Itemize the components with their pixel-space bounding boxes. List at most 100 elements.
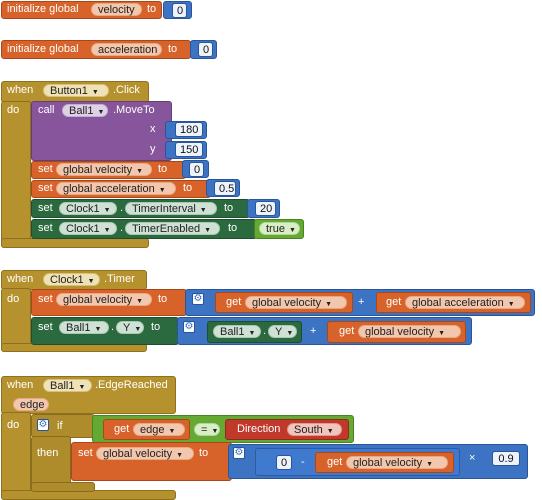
- chevron-down-icon: ▼: [97, 109, 105, 116]
- then-label: then: [37, 447, 59, 459]
- gear-icon[interactable]: ⚙: [183, 321, 195, 333]
- multiply-factor[interactable]: 0.9: [492, 451, 520, 466]
- set-timerinterval-value[interactable]: 20: [255, 201, 276, 216]
- chevron-down-icon: ▼: [158, 187, 166, 194]
- set-acceleration-var[interactable]: global acceleration ▼: [56, 182, 176, 195]
- set-velocity-to: to: [158, 163, 168, 175]
- init-acceleration-name[interactable]: acceleration: [91, 43, 162, 56]
- set-velocity-var[interactable]: global velocity ▼: [56, 163, 152, 176]
- compare-operator[interactable]: = ▼: [194, 423, 220, 436]
- set-timerinterval-component[interactable]: Clock1 ▼: [59, 202, 117, 215]
- chevron-down-icon: ▼: [326, 428, 334, 435]
- chevron-down-icon: ▼: [136, 168, 144, 175]
- subtract-zero[interactable]: 0: [276, 455, 292, 470]
- true-value[interactable]: true ▼: [259, 222, 300, 235]
- ball1-moveto-component[interactable]: Ball1 ▼: [62, 104, 108, 117]
- timer-set-velocity-to: to: [158, 293, 168, 305]
- init-acceleration-label: initialize global: [7, 43, 79, 55]
- timer-get-velocity-get: get: [226, 296, 242, 308]
- chevron-down-icon: ▼: [87, 278, 95, 285]
- clock1-timer-when: when: [7, 273, 34, 285]
- set-velocity-set: set: [38, 163, 53, 175]
- clock1-component[interactable]: Clock1 ▼: [43, 273, 100, 286]
- chevron-down-icon: ▼: [94, 326, 102, 333]
- set-timerenabled-set: set: [38, 222, 53, 234]
- clock1-timer-do: do: [7, 293, 20, 305]
- edge-set-velocity-set: set: [78, 447, 93, 459]
- chevron-down-icon: ▼: [199, 207, 207, 214]
- chevron-down-icon: ▼: [134, 326, 142, 333]
- moveto-y-value[interactable]: 150: [175, 142, 203, 157]
- timer-add2-op: +: [310, 325, 317, 337]
- timer-set-bally-to: to: [151, 321, 161, 333]
- clock1-timer-event-name: .Timer: [104, 273, 135, 285]
- timer-set-bally-set: set: [38, 321, 53, 333]
- chevron-down-icon: ▼: [103, 207, 111, 214]
- timer-set-bally-property[interactable]: Y ▼: [116, 321, 144, 334]
- init-velocity-name[interactable]: velocity: [91, 3, 142, 16]
- set-timerinterval-to: to: [224, 202, 234, 214]
- timer-set-velocity-var[interactable]: global velocity ▼: [56, 293, 152, 306]
- set-acceleration-value[interactable]: 0.5: [214, 181, 236, 196]
- timer-set-bally-component[interactable]: Ball1 ▼: [59, 321, 109, 334]
- set-timerenabled-to: to: [228, 222, 238, 234]
- set-velocity-value[interactable]: 0: [189, 162, 204, 177]
- timer-get-acceleration-var[interactable]: global acceleration ▼: [405, 296, 525, 309]
- get-edge-var[interactable]: edge ▼: [133, 423, 185, 436]
- ball1-moveto-method: .MoveTo: [113, 104, 155, 116]
- edge-get-velocity-var[interactable]: global velocity ▼: [346, 456, 448, 469]
- button1-click-when: when: [7, 84, 34, 96]
- edge-get-velocity-get: get: [327, 456, 343, 468]
- ball1-edgereached-when: when: [7, 379, 34, 391]
- timer-ball-y-getter-property[interactable]: Y ▼: [268, 325, 297, 338]
- timer-set-velocity-set: set: [38, 293, 53, 305]
- timer-get-velocity2-var[interactable]: global velocity ▼: [358, 325, 461, 338]
- edge-set-velocity-var[interactable]: global velocity ▼: [96, 447, 194, 460]
- init-velocity-label: initialize global: [7, 3, 79, 15]
- chevron-down-icon: ▼: [204, 227, 212, 234]
- direction-value[interactable]: South ▼: [287, 423, 342, 436]
- timer-get-velocity-var[interactable]: global velocity ▼: [245, 296, 347, 309]
- gear-icon[interactable]: ⚙: [233, 447, 245, 459]
- set-timerinterval-property[interactable]: TimerInterval ▼: [125, 202, 217, 215]
- edge-set-velocity-to: to: [199, 447, 209, 459]
- if-block-bottom: [31, 482, 95, 492]
- gear-icon[interactable]: ⚙: [192, 293, 204, 305]
- ball1-edgereached-do: do: [7, 419, 20, 431]
- init-acceleration-value[interactable]: 0: [198, 42, 213, 57]
- ball1-edgereached-event-name: .EdgeReached: [95, 379, 168, 391]
- button1-click-do: do: [7, 104, 20, 116]
- button1-component[interactable]: Button1 ▼: [43, 84, 109, 97]
- timer-ball-y-getter-component[interactable]: Ball1 ▼: [213, 325, 261, 338]
- chevron-down-icon: ▼: [78, 384, 86, 391]
- chevron-down-icon: ▼: [438, 330, 446, 337]
- gear-icon[interactable]: ⚙: [37, 419, 49, 431]
- set-acceleration-set: set: [38, 182, 53, 194]
- timer-add-op: +: [358, 296, 365, 308]
- if-label: if: [57, 420, 63, 432]
- get-edge-get: get: [114, 423, 130, 435]
- set-timerenabled-property[interactable]: TimerEnabled ▼: [125, 222, 220, 235]
- chevron-down-icon: ▼: [507, 301, 515, 308]
- chevron-down-icon: ▼: [136, 298, 144, 305]
- chevron-down-icon: ▼: [248, 330, 256, 337]
- moveto-x-value[interactable]: 180: [175, 122, 203, 137]
- edge-parameter[interactable]: edge: [13, 398, 49, 411]
- moveto-x-label: x: [150, 123, 156, 135]
- set-timerinterval-set: set: [38, 202, 53, 214]
- button1-click-bottom: [1, 238, 149, 248]
- init-velocity-to: to: [147, 3, 157, 15]
- ball1-component[interactable]: Ball1 ▼: [43, 379, 92, 392]
- button1-click-body-left: [1, 101, 31, 248]
- chevron-down-icon: ▼: [91, 89, 99, 96]
- chevron-down-icon: ▼: [211, 428, 219, 435]
- init-acceleration-to: to: [168, 43, 178, 55]
- ball1-moveto-call-label: call: [38, 104, 55, 116]
- init-velocity-value[interactable]: 0: [172, 3, 187, 18]
- chevron-down-icon: ▼: [168, 428, 176, 435]
- button1-click-event-name: .Click: [113, 84, 140, 96]
- timer-get-acceleration-get: get: [386, 296, 402, 308]
- subtract-op: -: [301, 456, 305, 468]
- moveto-y-label: y: [150, 143, 156, 155]
- set-timerenabled-component[interactable]: Clock1 ▼: [59, 222, 117, 235]
